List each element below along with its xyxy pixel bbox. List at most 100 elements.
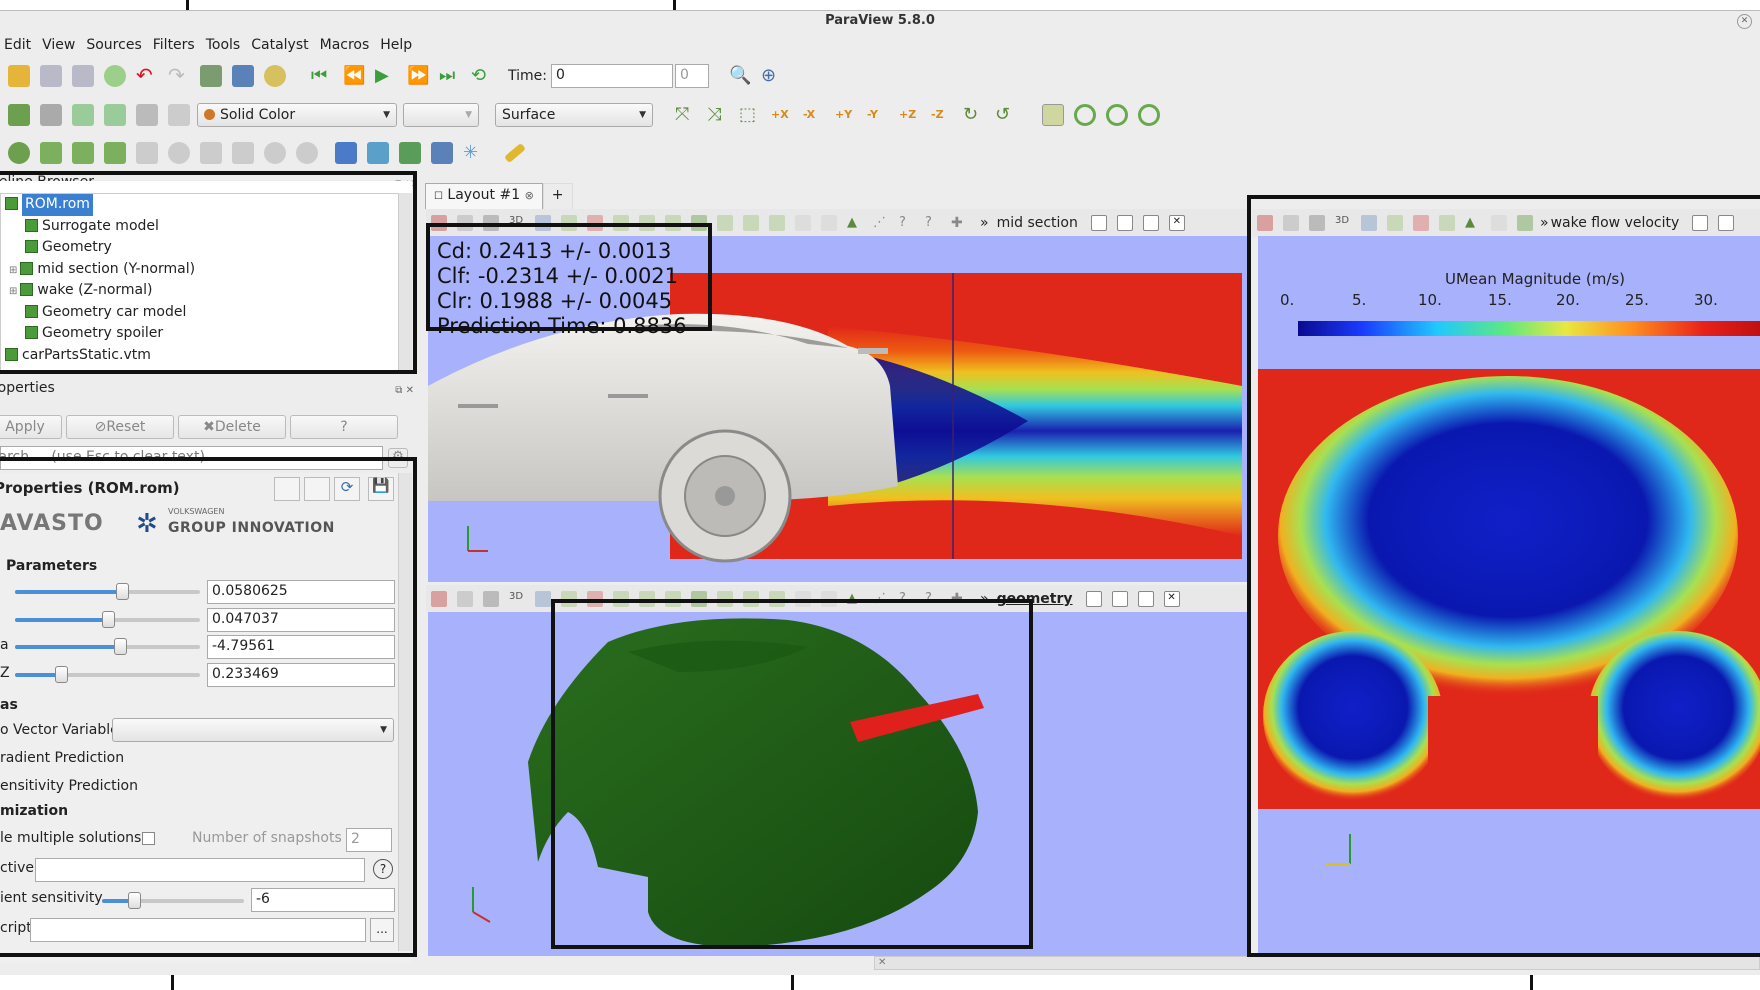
scroll-close-icon[interactable]: ✕ — [878, 957, 886, 968]
slice-icon[interactable] — [104, 142, 126, 164]
menu-filters[interactable]: Filters — [149, 33, 202, 57]
load-state-icon[interactable] — [40, 65, 62, 87]
save-state-icon[interactable] — [72, 65, 94, 87]
center-axes-icon[interactable] — [1042, 104, 1064, 126]
query-icon[interactable]: ? — [899, 215, 915, 231]
split-vertical-icon[interactable] — [1111, 591, 1128, 607]
pick-center-icon[interactable] — [1074, 104, 1096, 126]
menu-macros[interactable]: Macros — [316, 33, 377, 57]
query-plus-icon[interactable]: ? — [925, 215, 941, 231]
zoom-data-icon[interactable]: 🔍 — [729, 65, 751, 87]
color-palette-icon[interactable] — [264, 65, 286, 87]
view-plus-y-icon[interactable]: +Y — [835, 104, 857, 126]
rescale-icon[interactable] — [40, 104, 62, 126]
interaction-mode-icon[interactable] — [1138, 104, 1160, 126]
apply-button[interactable]: Apply — [0, 415, 62, 439]
extract-selection-icon[interactable] — [821, 215, 837, 231]
loop-icon[interactable]: ⟲ — [471, 65, 493, 87]
close-view-icon[interactable]: ✕ — [1163, 591, 1180, 607]
representation-select[interactable]: Surface ▼ — [495, 103, 653, 127]
more-tools-icon[interactable]: » — [980, 215, 989, 231]
zoom-to-box-icon[interactable]: ⬚ — [739, 104, 761, 126]
view-plus-z-icon[interactable]: +Z — [899, 104, 921, 126]
maximize-icon[interactable] — [1142, 215, 1159, 231]
threshold-icon[interactable] — [136, 142, 158, 164]
color-by-select[interactable]: Solid Color ▼ — [197, 103, 397, 127]
reset-session-icon[interactable] — [104, 65, 126, 87]
time-step-spinbox[interactable]: 0 — [674, 64, 709, 88]
glyph-icon[interactable] — [200, 142, 222, 164]
ray-cast-icon[interactable] — [431, 142, 453, 164]
warp-icon[interactable] — [264, 142, 286, 164]
reset-range-icon[interactable] — [168, 104, 190, 126]
previous-frame-icon[interactable]: ⏪ — [343, 65, 365, 87]
menu-sources[interactable]: Sources — [82, 33, 148, 57]
undo-icon[interactable]: ↶ — [136, 65, 158, 87]
rescale-visible-icon[interactable] — [136, 104, 158, 126]
histogram-icon[interactable] — [399, 142, 421, 164]
reset-camera-icon[interactable]: ⤧ — [675, 104, 697, 126]
time-input[interactable]: 0 — [550, 64, 673, 88]
first-frame-icon[interactable]: ⏮ — [311, 65, 333, 87]
hover-cells-icon[interactable] — [717, 215, 733, 231]
open-file-icon[interactable] — [8, 65, 30, 87]
view-minus-y-icon[interactable]: -Y — [867, 104, 889, 126]
plot-over-line-icon[interactable] — [367, 142, 389, 164]
camera-redo-icon[interactable] — [457, 591, 473, 607]
split-horizontal-icon[interactable] — [1085, 591, 1102, 607]
stream-tracer-icon[interactable] — [232, 142, 254, 164]
rescale-custom-icon[interactable] — [72, 104, 94, 126]
calculator-icon[interactable] — [8, 142, 30, 164]
window-close-icon[interactable]: ✕ — [1737, 14, 1752, 29]
contour-icon[interactable] — [40, 142, 62, 164]
extract-subset-icon[interactable] — [168, 142, 190, 164]
redo-icon[interactable]: ↷ — [168, 65, 190, 87]
clear-selection-icon[interactable] — [795, 215, 811, 231]
delete-button[interactable]: ✖Delete — [178, 415, 286, 439]
tab-layout-1[interactable]: ☐ Layout #1 ⊗ — [425, 183, 543, 209]
measure-points-icon[interactable]: ⋰ — [873, 215, 889, 231]
maximize-icon[interactable] — [1137, 591, 1154, 607]
extract-level-icon[interactable] — [335, 142, 357, 164]
menu-help[interactable]: Help — [376, 33, 419, 57]
camera-undo-icon[interactable] — [431, 591, 447, 607]
reset-button[interactable]: ⊘Reset — [66, 415, 174, 439]
play-icon[interactable]: ▶ — [375, 65, 397, 87]
dock-buttons-icon[interactable]: ⧉ ✕ — [395, 381, 414, 401]
component-select[interactable]: ▼ — [403, 103, 479, 127]
view-plus-x-icon[interactable]: +X — [771, 104, 793, 126]
add-layout-tab[interactable]: + — [542, 183, 573, 209]
menu-catalyst[interactable]: Catalyst — [247, 33, 315, 57]
add-marker-icon[interactable]: ✚ — [951, 215, 967, 231]
menu-edit[interactable]: Edit — [0, 33, 38, 57]
measure-angle-icon[interactable]: ▲ — [847, 215, 863, 231]
shrink-selection-icon[interactable] — [769, 215, 785, 231]
zoom-closest-icon[interactable]: ⤨ — [707, 104, 729, 126]
rotate-plus-90-icon[interactable]: ↻ — [963, 104, 985, 126]
rotate-minus-90-icon[interactable]: ↺ — [995, 104, 1017, 126]
snowflake-icon[interactable]: ✳ — [463, 142, 485, 164]
rescale-temporal-icon[interactable] — [104, 104, 126, 126]
split-horizontal-icon[interactable] — [1090, 215, 1107, 231]
reset-center-icon[interactable] — [1106, 104, 1128, 126]
view-minus-z-icon[interactable]: -Z — [931, 104, 953, 126]
close-view-icon[interactable]: ✕ — [1168, 215, 1185, 231]
split-vertical-icon[interactable] — [1116, 215, 1133, 231]
ruler-icon[interactable] — [504, 142, 526, 164]
connect-icon[interactable] — [200, 65, 222, 87]
last-frame-icon[interactable]: ⏭ — [439, 65, 461, 87]
zoom-icon[interactable] — [535, 591, 551, 607]
toggle-3d-icon[interactable]: 3D — [509, 591, 525, 607]
menu-tools[interactable]: Tools — [202, 33, 248, 57]
server-icon[interactable] — [232, 65, 254, 87]
group-datasets-icon[interactable] — [296, 142, 318, 164]
screenshot-icon[interactable] — [483, 591, 499, 607]
close-tab-icon[interactable]: ⊗ — [525, 189, 534, 202]
help-button[interactable]: ? — [290, 415, 398, 439]
menu-view[interactable]: View — [38, 33, 82, 57]
clip-icon[interactable] — [72, 142, 94, 164]
color-map-editor-icon[interactable] — [8, 104, 30, 126]
views-horizontal-scrollbar[interactable] — [874, 956, 1760, 970]
zoom-box-icon[interactable]: ⊕ — [761, 65, 783, 87]
view-minus-x-icon[interactable]: -X — [803, 104, 825, 126]
